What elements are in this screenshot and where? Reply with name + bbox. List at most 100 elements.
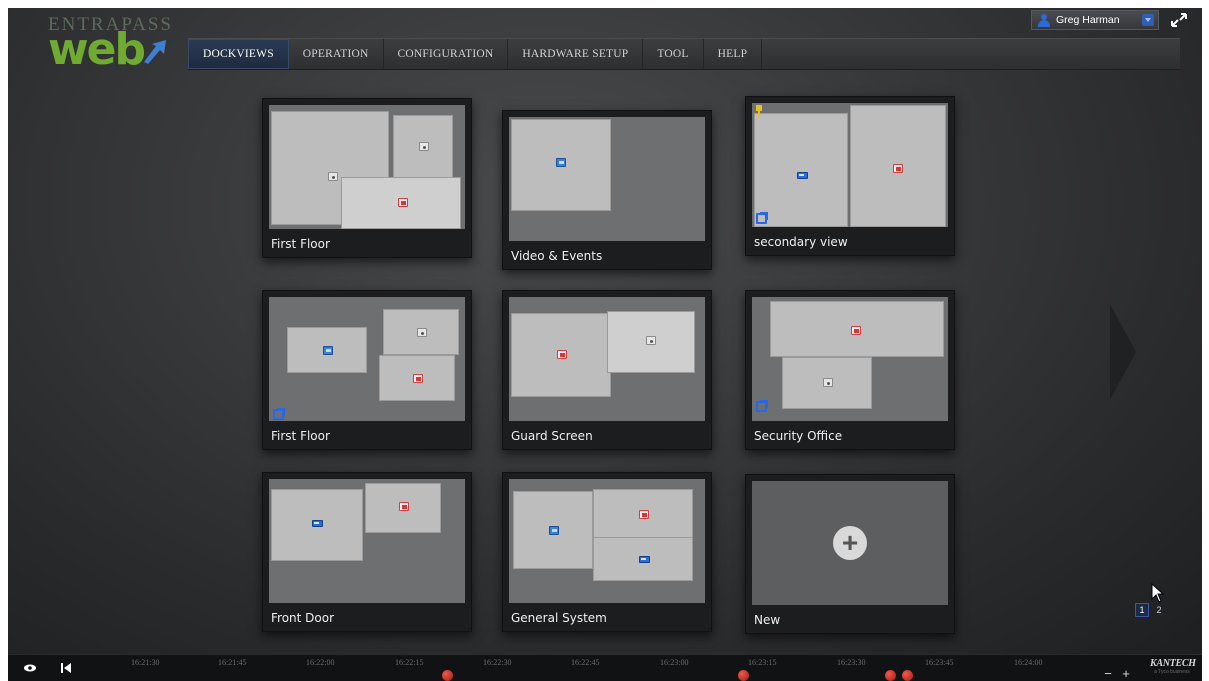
preview-pane	[341, 177, 461, 229]
kantech-logo: KANTECH a Tyco business	[1150, 658, 1196, 680]
dockview-preview	[269, 479, 465, 603]
dockview-tile-video-events[interactable]: Video & Events	[502, 110, 712, 270]
popout-icon[interactable]	[756, 400, 768, 412]
camera-icon	[646, 336, 656, 345]
entrapass-web-logo: ENTRAPASS web	[48, 14, 178, 76]
timeline-tick: 16:23:30	[837, 658, 866, 667]
dockview-label: General System	[511, 611, 607, 625]
preview-pane	[379, 355, 455, 401]
dockview-label: Security Office	[754, 429, 843, 443]
user-menu[interactable]: Greg Harman	[1031, 10, 1159, 30]
dockview-tile-first-floor-2[interactable]: First Floor	[262, 290, 472, 450]
zoom-out-button[interactable]: −	[1101, 667, 1115, 680]
preview-pane	[754, 113, 848, 227]
dockview-tile-guard-screen[interactable]: Guard Screen	[502, 290, 712, 450]
event-marker[interactable]	[902, 670, 913, 681]
door-icon	[639, 510, 649, 519]
monitor-icon	[556, 158, 566, 167]
nav-tool[interactable]: TOOL	[643, 39, 704, 69]
timeline-tick: 16:21:30	[131, 658, 160, 667]
dockview-tile-front-door[interactable]: Front Door	[262, 472, 472, 632]
skip-to-start-icon[interactable]	[58, 661, 74, 675]
preview-pane	[593, 489, 693, 539]
dockview-label: Video & Events	[511, 249, 603, 263]
nav-dockviews[interactable]: DOCKVIEWS	[188, 39, 289, 69]
preview-pane	[850, 105, 946, 227]
dockview-preview	[269, 297, 465, 421]
event-marker[interactable]	[738, 670, 749, 681]
preview-pane	[365, 483, 441, 533]
main-nav: DOCKVIEWS OPERATION CONFIGURATION HARDWA…	[188, 38, 1180, 70]
nav-configuration[interactable]: CONFIGURATION	[384, 39, 509, 69]
user-icon	[1038, 13, 1050, 27]
event-marker[interactable]	[885, 670, 896, 681]
logo-arrow-icon	[144, 40, 166, 64]
camera-icon	[419, 142, 429, 151]
dockview-tile-new[interactable]: + New	[745, 474, 955, 634]
preview-pane	[782, 357, 872, 409]
popout-icon[interactable]	[756, 212, 768, 224]
dockview-tile-secondary-view[interactable]: secondary view	[745, 96, 955, 256]
door-icon	[413, 374, 423, 383]
door-icon	[851, 326, 861, 335]
page-1-button[interactable]: 1	[1135, 603, 1149, 617]
dockview-preview	[752, 297, 948, 421]
dockview-tile-general-system[interactable]: General System	[502, 472, 712, 632]
timeline-tick: 16:22:30	[483, 658, 512, 667]
user-name: Greg Harman	[1056, 14, 1120, 26]
pin-icon[interactable]	[754, 105, 764, 117]
next-page-arrow-icon[interactable]	[1108, 304, 1138, 400]
door-icon	[398, 198, 408, 207]
preview-pane	[513, 491, 593, 569]
monitor-icon	[323, 346, 333, 355]
preview-pane	[393, 115, 453, 183]
preview-pane	[511, 313, 611, 397]
add-dockview-icon[interactable]: +	[833, 526, 867, 560]
camera-icon	[823, 378, 833, 387]
popout-icon[interactable]	[273, 408, 285, 420]
dockview-tile-first-floor[interactable]: First Floor	[262, 98, 472, 258]
dockview-preview	[509, 479, 705, 603]
timeline-tick: 16:23:45	[925, 658, 954, 667]
page-2-button[interactable]: 2	[1152, 603, 1166, 617]
dockview-tile-security-office[interactable]: Security Office	[745, 290, 955, 450]
event-marker[interactable]	[442, 670, 453, 681]
zoom-in-button[interactable]: +	[1119, 667, 1133, 680]
preview-pane	[383, 309, 459, 355]
kantech-logo-subtext: a Tyco business	[1154, 669, 1190, 675]
card-reader-icon	[312, 520, 323, 527]
timeline-tick: 16:23:15	[748, 658, 777, 667]
fullscreen-toggle-icon[interactable]	[1168, 10, 1190, 30]
event-timeline[interactable]: 16:21:30 16:21:45 16:22:00 16:22:15 16:2…	[8, 654, 1202, 681]
timeline-tick: 16:24:00	[1014, 658, 1043, 667]
nav-operation[interactable]: OPERATION	[289, 39, 384, 69]
dockview-preview	[509, 117, 705, 241]
timeline-tick: 16:21:45	[218, 658, 247, 667]
camera-icon	[328, 172, 338, 181]
dockview-label: First Floor	[271, 237, 330, 251]
preview-pane	[593, 537, 693, 581]
dockview-preview	[269, 105, 465, 229]
preview-pane	[511, 119, 611, 211]
dockview-preview	[509, 297, 705, 421]
dockview-pager: 1 2	[1135, 603, 1166, 617]
preview-pane	[770, 301, 944, 357]
eye-icon[interactable]	[22, 661, 38, 675]
logo-main-text: web	[48, 24, 146, 75]
door-icon	[557, 350, 567, 359]
nav-hardware-setup[interactable]: HARDWARE SETUP	[508, 39, 644, 69]
dockview-preview	[752, 103, 948, 227]
door-icon	[893, 164, 903, 173]
card-reader-icon	[797, 172, 808, 179]
nav-help[interactable]: HELP	[704, 39, 763, 69]
timeline-tick: 16:23:00	[660, 658, 689, 667]
kantech-logo-text: KANTECH	[1150, 658, 1196, 669]
dockview-label: Front Door	[271, 611, 335, 625]
timeline-tick: 16:22:15	[395, 658, 424, 667]
chevron-down-icon[interactable]	[1142, 14, 1154, 26]
dockview-label: secondary view	[754, 235, 848, 249]
dockview-label: New	[754, 613, 781, 627]
preview-pane	[607, 311, 695, 373]
screen: ENTRAPASS web Greg Harman DOCKVIEWS OPER…	[0, 0, 1209, 681]
door-icon	[399, 502, 409, 511]
